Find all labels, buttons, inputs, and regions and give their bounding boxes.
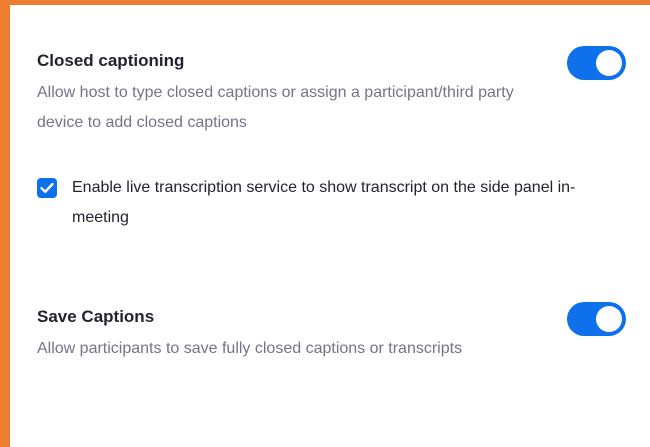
save-captions-description: Allow participants to save fully closed … [37,340,463,357]
save-captions-toggle[interactable] [567,302,626,336]
save-captions-setting: Save Captions Allow participants to save… [37,302,626,364]
closed-captioning-toggle[interactable] [567,46,626,80]
checkmark-icon [40,182,54,193]
live-transcription-checkbox[interactable] [37,178,57,198]
closed-captioning-title: Closed captioning [37,51,185,70]
save-captions-title: Save Captions [37,307,155,326]
settings-panel: Closed captioning Allow host to type clo… [0,0,650,447]
live-transcription-label: Enable live transcription service to sho… [72,179,576,226]
live-transcription-option: Enable live transcription service to sho… [37,173,577,233]
toggle-knob [596,306,622,332]
closed-captioning-setting: Closed captioning Allow host to type clo… [37,46,626,138]
closed-captioning-description: Allow host to type closed captions or as… [37,84,514,131]
toggle-knob [596,50,622,76]
